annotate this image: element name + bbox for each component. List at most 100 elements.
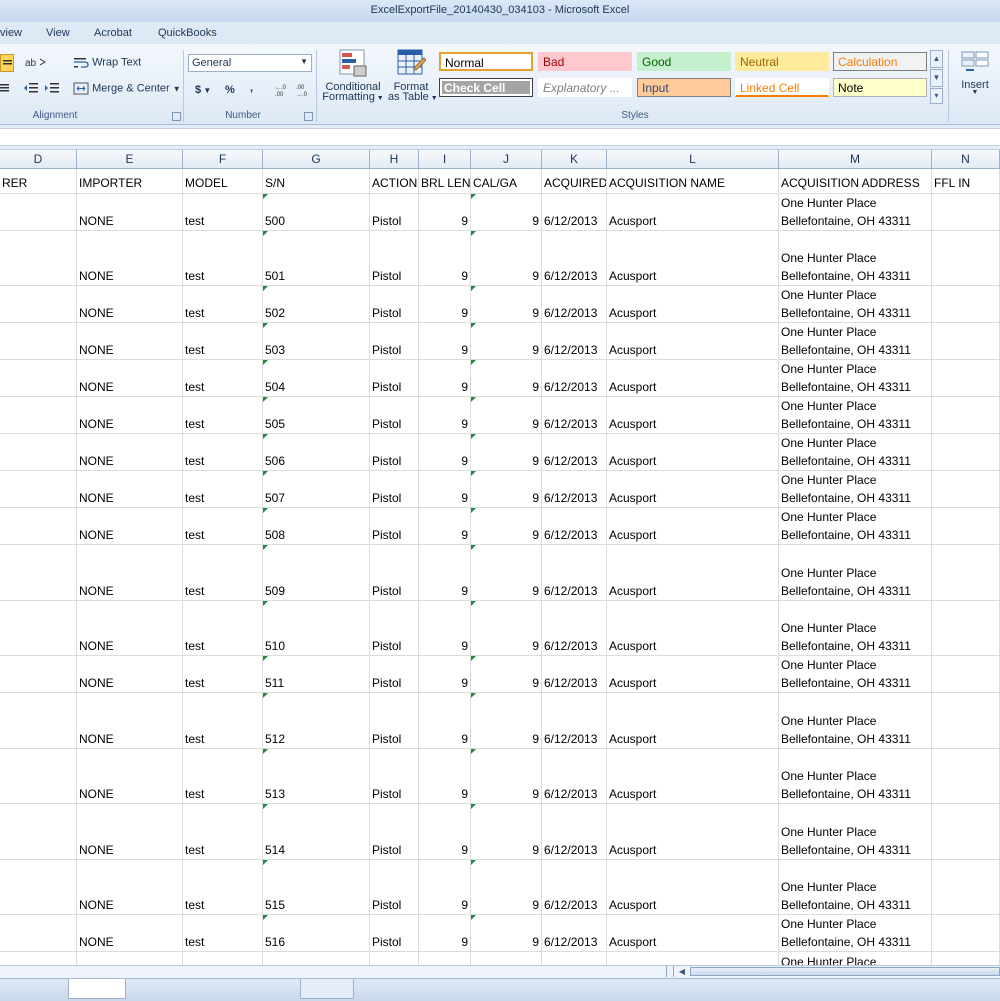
table-cell[interactable]: test xyxy=(183,286,263,323)
table-cell[interactable]: test xyxy=(183,231,263,286)
table-cell[interactable] xyxy=(0,915,77,952)
table-cell[interactable]: 513 xyxy=(263,749,370,804)
table-cell[interactable]: Acusport xyxy=(607,693,779,749)
cell-style-good[interactable]: Good xyxy=(637,52,731,71)
header-cell[interactable]: S/N xyxy=(263,169,370,194)
sheet-tab[interactable] xyxy=(68,979,126,999)
table-cell[interactable] xyxy=(932,804,1000,860)
table-cell[interactable] xyxy=(932,656,1000,693)
cell-style-input[interactable]: Input xyxy=(637,78,731,97)
table-cell[interactable] xyxy=(932,471,1000,508)
table-cell[interactable]: 507 xyxy=(263,471,370,508)
tab-view[interactable]: View xyxy=(46,27,70,39)
table-cell[interactable] xyxy=(0,471,77,508)
table-cell[interactable] xyxy=(0,860,77,915)
comma-button[interactable]: , xyxy=(250,82,253,94)
table-cell[interactable] xyxy=(0,360,77,397)
table-cell[interactable] xyxy=(932,545,1000,601)
percent-button[interactable]: % xyxy=(225,84,235,96)
table-cell[interactable]: NONE xyxy=(77,323,183,360)
table-cell[interactable]: NONE xyxy=(77,693,183,749)
column-header-e[interactable]: E xyxy=(77,150,183,169)
table-cell[interactable]: 6/12/2013 xyxy=(542,323,607,360)
table-cell[interactable]: 9 xyxy=(471,323,542,360)
cell-style-explanatory[interactable]: Explanatory ... xyxy=(538,78,632,97)
number-format-select[interactable]: General ▼ xyxy=(188,54,312,72)
table-cell[interactable]: Pistol xyxy=(370,434,419,471)
table-cell[interactable]: Acusport xyxy=(607,508,779,545)
table-cell[interactable]: Pistol xyxy=(370,231,419,286)
table-cell[interactable]: test xyxy=(183,915,263,952)
table-cell[interactable] xyxy=(932,231,1000,286)
table-cell[interactable]: 6/12/2013 xyxy=(542,397,607,434)
table-cell[interactable]: Acusport xyxy=(607,360,779,397)
table-cell[interactable] xyxy=(932,194,1000,231)
table-cell[interactable] xyxy=(932,952,1000,965)
table-cell[interactable]: 501 xyxy=(263,231,370,286)
tab-quickbooks[interactable]: QuickBooks xyxy=(158,27,217,39)
column-header-k[interactable]: K xyxy=(542,150,607,169)
table-cell[interactable]: NONE xyxy=(77,804,183,860)
table-cell[interactable] xyxy=(932,915,1000,952)
cell-style-check-cell[interactable]: Check Cell xyxy=(439,78,533,97)
table-cell[interactable]: NONE xyxy=(77,749,183,804)
table-cell[interactable]: One Hunter Place Bellefontaine, OH 43311 xyxy=(779,286,932,323)
table-cell[interactable]: 514 xyxy=(263,804,370,860)
table-cell[interactable]: One Hunter Place Bellefontaine, OH 43311 xyxy=(779,471,932,508)
wrap-text-button[interactable]: Wrap Text xyxy=(73,56,141,69)
table-cell[interactable]: Acusport xyxy=(607,749,779,804)
column-header-f[interactable]: F xyxy=(183,150,263,169)
column-header-h[interactable]: H xyxy=(370,150,419,169)
table-cell[interactable]: 500 xyxy=(263,194,370,231)
table-cell[interactable]: 510 xyxy=(263,601,370,656)
table-cell[interactable]: 6/12/2013 xyxy=(542,434,607,471)
table-cell[interactable]: test xyxy=(183,749,263,804)
table-cell[interactable]: 9 xyxy=(419,804,471,860)
cell-style-linked-cell[interactable]: Linked Cell xyxy=(735,78,829,97)
cell-style-neutral[interactable]: Neutral xyxy=(735,52,829,71)
table-cell[interactable]: test xyxy=(183,323,263,360)
table-cell[interactable]: 6/12/2013 xyxy=(542,360,607,397)
table-cell[interactable]: 9 xyxy=(419,915,471,952)
table-cell[interactable]: 502 xyxy=(263,286,370,323)
header-cell[interactable]: ACQUISITION NAME xyxy=(607,169,779,194)
table-cell[interactable]: 9 xyxy=(419,360,471,397)
cell-style-bad[interactable]: Bad xyxy=(538,52,632,71)
table-cell[interactable]: 9 xyxy=(419,601,471,656)
header-cell[interactable]: RER xyxy=(0,169,77,194)
table-cell[interactable] xyxy=(471,952,542,965)
table-cell[interactable]: One Hunter Place Bellefontaine, OH 43311 xyxy=(779,656,932,693)
header-cell[interactable]: MODEL xyxy=(183,169,263,194)
table-cell[interactable]: NONE xyxy=(77,397,183,434)
table-cell[interactable]: 516 xyxy=(263,915,370,952)
table-cell[interactable]: test xyxy=(183,601,263,656)
header-cell[interactable]: FFL IN xyxy=(932,169,1000,194)
alignment-dialog-launcher-icon[interactable] xyxy=(172,112,181,121)
table-cell[interactable] xyxy=(932,860,1000,915)
gallery-scroll-up-icon[interactable]: ▲ xyxy=(930,50,943,68)
table-cell[interactable]: 515 xyxy=(263,860,370,915)
table-cell[interactable] xyxy=(607,952,779,965)
table-cell[interactable]: test xyxy=(183,545,263,601)
table-cell[interactable]: 9 xyxy=(419,286,471,323)
table-cell[interactable] xyxy=(0,952,77,965)
table-cell[interactable]: 504 xyxy=(263,360,370,397)
table-cell[interactable]: Pistol xyxy=(370,804,419,860)
table-cell[interactable] xyxy=(0,508,77,545)
header-cell[interactable]: IMPORTER xyxy=(77,169,183,194)
table-cell[interactable]: One Hunter Place Bellefontaine, OH 43311 xyxy=(779,693,932,749)
header-cell[interactable]: CAL/GA xyxy=(471,169,542,194)
number-dialog-launcher-icon[interactable] xyxy=(304,112,313,121)
formula-input[interactable] xyxy=(0,128,1000,146)
table-cell[interactable]: Pistol xyxy=(370,601,419,656)
header-cell[interactable]: ACQUIRED xyxy=(542,169,607,194)
table-cell[interactable] xyxy=(932,434,1000,471)
table-cell[interactable]: 6/12/2013 xyxy=(542,804,607,860)
table-cell[interactable]: One Hunter Place Bellefontaine, OH 43311 xyxy=(779,508,932,545)
table-cell[interactable]: 503 xyxy=(263,323,370,360)
column-header-i[interactable]: I xyxy=(419,150,471,169)
table-cell[interactable]: 9 xyxy=(471,231,542,286)
table-cell[interactable]: One Hunter Place Bellefontaine, OH 43311 xyxy=(779,749,932,804)
table-cell[interactable] xyxy=(0,194,77,231)
table-cell[interactable]: Acusport xyxy=(607,286,779,323)
